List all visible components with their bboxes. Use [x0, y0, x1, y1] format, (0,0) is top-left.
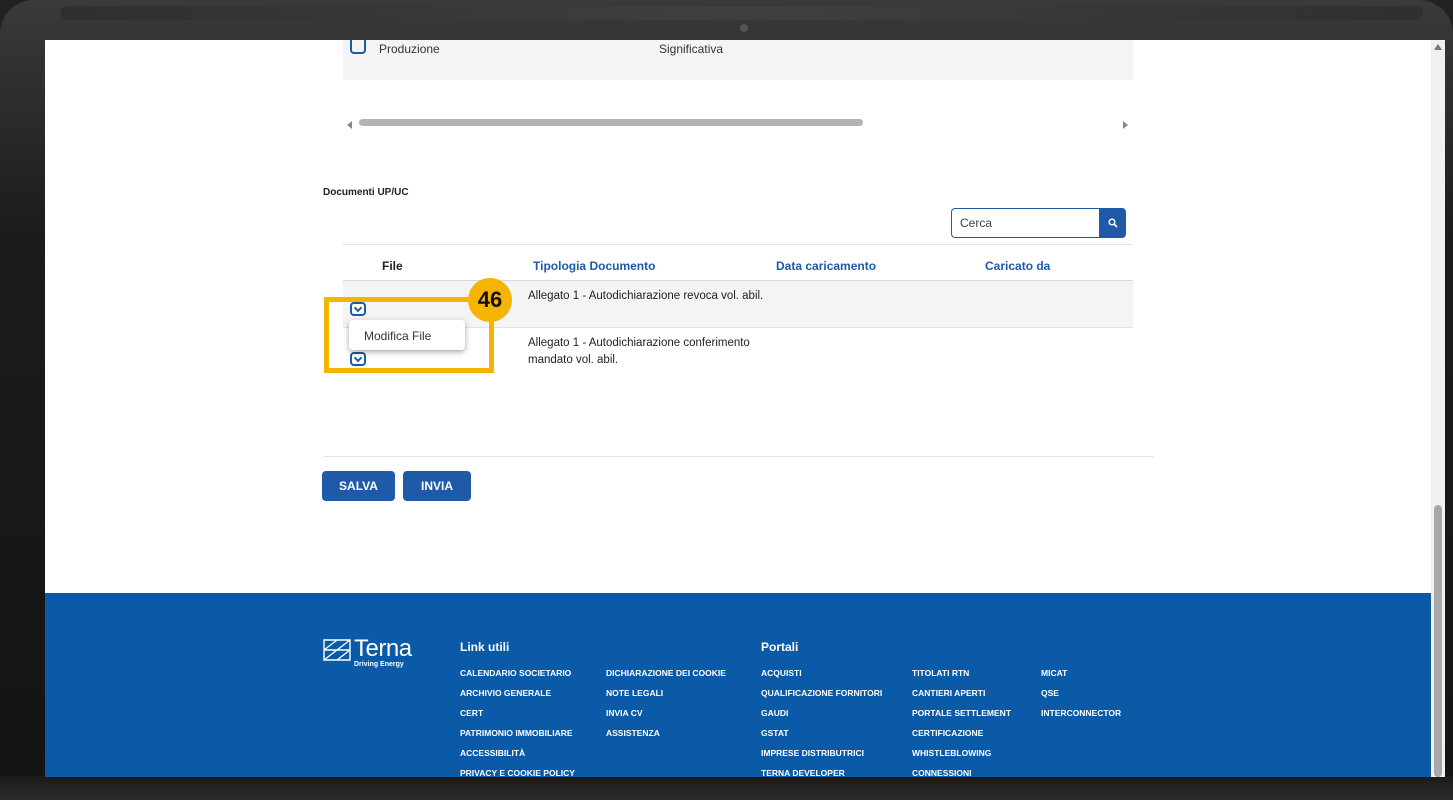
logo-wordmark: Terna	[354, 635, 412, 662]
footer-link[interactable]: ACCESSIBILITÀ	[460, 748, 525, 758]
table-divider	[343, 244, 1133, 245]
footer-link[interactable]: WHISTLEBLOWING	[912, 748, 991, 758]
footer-link[interactable]: CALENDARIO SOCIETARIO	[460, 668, 571, 678]
row-expand-icon[interactable]	[350, 40, 366, 54]
footer-link[interactable]: CERTIFICAZIONE	[912, 728, 983, 738]
save-button[interactable]: SALVA	[322, 471, 395, 501]
footer-title-portali: Portali	[761, 640, 799, 654]
footer-link[interactable]: TITOLATI RTN	[912, 668, 969, 678]
footer-link[interactable]: INTERCONNECTOR	[1041, 708, 1121, 718]
footer-link[interactable]: NOTE LEGALI	[606, 688, 663, 698]
browser-viewport: Produzione Significativa Documenti UP/UC…	[45, 40, 1431, 777]
terna-logo[interactable]: Terna Driving Energy	[322, 635, 412, 668]
footer-link[interactable]: DICHIARAZIONE DEI COOKIE	[606, 668, 726, 678]
footer-link[interactable]: GAUDI	[761, 708, 788, 718]
footer-link[interactable]: CANTIERI APERTI	[912, 688, 985, 698]
table-row-produzione	[343, 40, 1133, 80]
annotation-highlight	[324, 297, 494, 373]
footer-link[interactable]: MICAT	[1041, 668, 1067, 678]
row-tipologia: Allegato 1 - Autodichiarazione revoca vo…	[528, 290, 764, 302]
footer-link[interactable]: QSE	[1041, 688, 1059, 698]
footer-link[interactable]: PORTALE SETTLEMENT	[912, 708, 1011, 718]
footer-link[interactable]: CERT	[460, 708, 483, 718]
footer-link[interactable]: IMPRESE DISTRIBUTRICI	[761, 748, 864, 758]
produzione-label: Produzione	[379, 42, 440, 56]
vertical-scrollbar[interactable]	[1431, 40, 1445, 777]
vertical-scrollbar-thumb[interactable]	[1434, 505, 1442, 777]
footer-link[interactable]: CONNESSIONI	[912, 768, 972, 777]
search-box	[951, 208, 1126, 238]
footer-link[interactable]: PRIVACY E COOKIE POLICY	[460, 768, 575, 777]
frame-bottom	[0, 776, 1453, 800]
footer-link[interactable]: GSTAT	[761, 728, 789, 738]
send-button[interactable]: INVIA	[403, 471, 471, 501]
produzione-value: Significativa	[659, 42, 724, 56]
footer-title-link-utili: Link utili	[460, 640, 510, 654]
footer-link[interactable]: QUALIFICAZIONE FORNITORI	[761, 688, 882, 698]
search-input[interactable]	[951, 208, 1099, 238]
footer-link[interactable]: TERNA DEVELOPER	[761, 768, 845, 777]
terna-logo-mark-icon	[323, 639, 351, 661]
step-badge: 46	[468, 278, 512, 322]
footer-link[interactable]: ACQUISTI	[761, 668, 802, 678]
column-header-file: File	[382, 259, 403, 273]
horizontal-scrollbar-thumb[interactable]	[359, 119, 863, 126]
section-title: Documenti UP/UC	[323, 187, 409, 198]
logo-tagline: Driving Energy	[354, 661, 404, 668]
footer-link[interactable]: ARCHIVIO GENERALE	[460, 688, 551, 698]
search-button[interactable]	[1099, 208, 1126, 238]
footer-link[interactable]: PATRIMONIO IMMOBILIARE	[460, 728, 573, 738]
footer: Terna Driving Energy Link utili Portali …	[45, 593, 1431, 777]
scroll-up-arrow-icon[interactable]	[1434, 44, 1442, 50]
footer-link[interactable]: INVIA CV	[606, 708, 643, 718]
column-header-tipologia[interactable]: Tipologia Documento	[533, 259, 655, 273]
scroll-right-arrow-icon[interactable]	[1123, 121, 1128, 129]
search-icon	[1107, 218, 1118, 228]
column-header-data[interactable]: Data caricamento	[776, 259, 876, 273]
row-tipologia: Allegato 1 - Autodichiarazione conferime…	[528, 337, 750, 366]
frame-highlight	[60, 6, 1423, 20]
footer-link[interactable]: ASSISTENZA	[606, 728, 660, 738]
column-header-caricato[interactable]: Caricato da	[985, 259, 1050, 273]
actions-divider	[323, 456, 1154, 457]
scroll-left-arrow-icon[interactable]	[347, 121, 352, 129]
camera-icon	[740, 24, 748, 32]
